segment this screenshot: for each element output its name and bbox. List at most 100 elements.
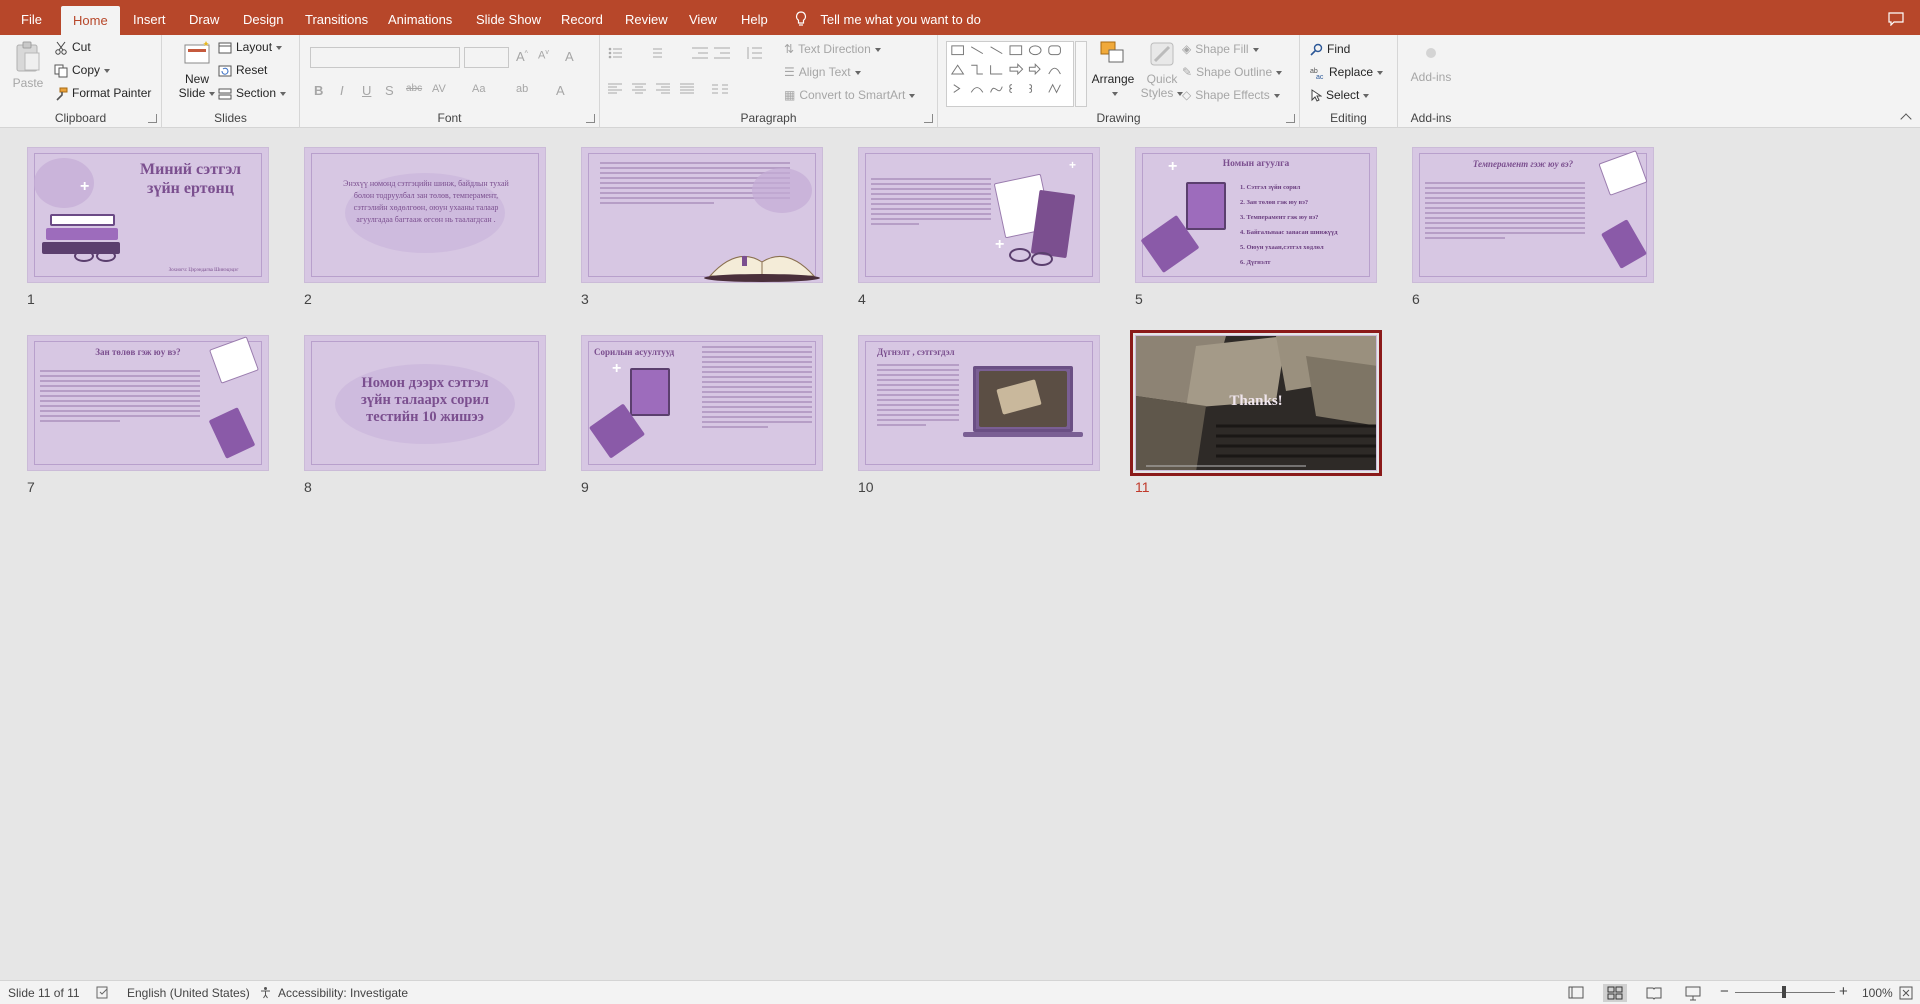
slide-sorter-view-button[interactable] bbox=[1603, 984, 1627, 1002]
spelling-check-icon[interactable] bbox=[96, 986, 110, 999]
align-center-icon[interactable] bbox=[632, 83, 646, 95]
arrange-label: Arrange bbox=[1091, 72, 1135, 86]
font-color-icon[interactable]: A bbox=[556, 83, 565, 98]
tab-review[interactable]: Review bbox=[625, 0, 668, 35]
tab-record[interactable]: Record bbox=[561, 0, 603, 35]
shapes-gallery[interactable] bbox=[946, 41, 1074, 107]
section-button[interactable]: Section bbox=[218, 86, 287, 100]
tab-help[interactable]: Help bbox=[741, 0, 768, 35]
slide-5-agenda-list: 1. Сэтгэл зүйн сорил 2. Зан төлөв гэж юу… bbox=[1240, 180, 1338, 270]
text-direction-label: Text Direction bbox=[798, 42, 871, 56]
drawing-dialog-launcher[interactable] bbox=[1286, 114, 1295, 123]
shape-fill-button[interactable]: ◈ Shape Fill bbox=[1182, 42, 1259, 56]
new-slide-button[interactable]: New Slide bbox=[177, 39, 217, 100]
slide-thumbnail-9[interactable]: Сорилын асуултууд + bbox=[581, 335, 823, 471]
tab-transitions[interactable]: Transitions bbox=[305, 0, 368, 35]
decrease-indent-icon[interactable] bbox=[692, 47, 708, 59]
shapes-gallery-scroll[interactable] bbox=[1075, 41, 1087, 107]
reading-view-button[interactable] bbox=[1642, 984, 1666, 1002]
slide-sorter-icon bbox=[1607, 986, 1623, 1000]
shape-outline-button[interactable]: ✎ Shape Outline bbox=[1182, 65, 1283, 79]
tab-slide-show[interactable]: Slide Show bbox=[476, 0, 541, 35]
align-left-icon[interactable] bbox=[608, 83, 622, 95]
strikethrough-icon[interactable]: abc bbox=[406, 83, 422, 94]
paste-button[interactable]: Paste bbox=[10, 39, 46, 90]
slide-thumbnail-3[interactable] bbox=[581, 147, 823, 283]
tab-file[interactable]: File bbox=[21, 0, 42, 35]
zoom-level[interactable]: 100% bbox=[1862, 986, 1893, 1000]
justify-icon[interactable] bbox=[680, 83, 694, 95]
clear-formatting-icon[interactable]: A bbox=[565, 49, 574, 64]
slide-thumbnail-5[interactable]: Номын агуулга + 1. Сэтгэл зүйн сорил 2. … bbox=[1135, 147, 1377, 283]
slide-thumbnail-2[interactable]: Энэхүү номонд сэтгэцийн шинж, байдлын ту… bbox=[304, 147, 546, 283]
slide-thumbnail-11[interactable]: Thanks! bbox=[1130, 330, 1382, 476]
bold-icon[interactable]: B bbox=[314, 83, 323, 98]
arrange-button[interactable]: Arrange bbox=[1088, 39, 1138, 100]
slide-thumbnail-7[interactable]: Зан төлөв гэж юу вэ? bbox=[27, 335, 269, 471]
layout-button[interactable]: Layout bbox=[218, 40, 283, 54]
normal-view-button[interactable] bbox=[1564, 984, 1588, 1002]
slide-number-3: 3 bbox=[581, 291, 589, 307]
underline-icon[interactable]: U bbox=[362, 83, 371, 98]
zoom-in-icon[interactable]: + bbox=[1839, 983, 1848, 1000]
tab-draw[interactable]: Draw bbox=[189, 0, 219, 35]
fit-to-window-icon[interactable] bbox=[1898, 985, 1914, 1001]
paste-label: Paste bbox=[12, 76, 44, 90]
slide-thumbnail-8[interactable]: Номон дээрх сэтгэл зүйн талаарх сорил те… bbox=[304, 335, 546, 471]
slide-number-5: 5 bbox=[1135, 291, 1143, 307]
numbering-icon[interactable] bbox=[648, 47, 676, 59]
copy-button[interactable]: Copy bbox=[54, 63, 111, 78]
comments-icon[interactable] bbox=[1888, 12, 1904, 26]
tab-animations[interactable]: Animations bbox=[388, 0, 452, 35]
increase-font-size-icon[interactable]: A^ bbox=[516, 49, 528, 64]
align-right-icon[interactable] bbox=[656, 83, 670, 95]
replace-button[interactable]: ab ac Replace bbox=[1310, 65, 1384, 79]
accessibility-status[interactable]: Accessibility: Investigate bbox=[278, 986, 408, 1000]
reset-button[interactable]: Reset bbox=[218, 63, 267, 77]
italic-icon[interactable]: I bbox=[340, 83, 344, 98]
highlight-icon[interactable]: ab bbox=[516, 83, 528, 95]
decrease-font-size-icon[interactable]: Av bbox=[538, 49, 549, 62]
font-dialog-launcher[interactable] bbox=[586, 114, 595, 123]
slide-thumbnail-1[interactable]: Миний сэтгэл зүйн ертөнц + Зохиогч: Цэрэ… bbox=[27, 147, 269, 283]
font-name-box[interactable] bbox=[310, 47, 460, 68]
shape-effects-button[interactable]: ◇ Shape Effects bbox=[1182, 88, 1280, 102]
cut-button[interactable]: Cut bbox=[54, 40, 91, 55]
copy-label: Copy bbox=[72, 63, 101, 77]
tell-me-search[interactable]: Tell me what you want to do bbox=[795, 0, 981, 40]
font-size-box[interactable] bbox=[464, 47, 509, 68]
increase-indent-icon[interactable] bbox=[714, 47, 730, 59]
addins-button[interactable]: Add-ins bbox=[1402, 43, 1460, 84]
language-indicator[interactable]: English (United States) bbox=[127, 986, 250, 1000]
collapse-ribbon-chevron-icon[interactable] bbox=[1900, 113, 1912, 125]
columns-icon[interactable] bbox=[712, 83, 728, 95]
format-painter-button[interactable]: Format Painter bbox=[54, 86, 151, 101]
tab-design[interactable]: Design bbox=[243, 0, 283, 35]
paragraph-dialog-launcher[interactable] bbox=[924, 114, 933, 123]
bullets-icon[interactable] bbox=[608, 47, 636, 59]
slide-thumbnail-4[interactable]: + + bbox=[858, 147, 1100, 283]
tab-insert[interactable]: Insert bbox=[133, 0, 166, 35]
new-slide-label-1: New bbox=[184, 72, 209, 86]
slide-thumbnail-10[interactable]: Дүгнэлт , сэтгэгдэл bbox=[858, 335, 1100, 471]
change-case-icon[interactable]: Aa bbox=[472, 83, 485, 95]
clipboard-dialog-launcher[interactable] bbox=[148, 114, 157, 123]
convert-smartart-button[interactable]: ▦ Convert to SmartArt bbox=[784, 88, 916, 102]
character-spacing-icon[interactable]: AV bbox=[432, 83, 446, 95]
zoom-out-icon[interactable]: − bbox=[1720, 983, 1729, 1000]
slide-thumbnail-6[interactable]: Темперамент гэж юу вэ? bbox=[1412, 147, 1654, 283]
text-direction-button[interactable]: ⇅ Text Direction bbox=[784, 42, 881, 56]
tab-view[interactable]: View bbox=[689, 0, 717, 35]
quick-styles-button[interactable]: Quick Styles bbox=[1138, 39, 1186, 100]
tab-home[interactable]: Home bbox=[61, 6, 120, 35]
align-text-button[interactable]: ☰ Align Text bbox=[784, 65, 861, 79]
line-spacing-icon[interactable] bbox=[746, 47, 762, 59]
slideshow-view-button[interactable] bbox=[1681, 984, 1705, 1002]
slide-6-title: Темперамент гэж юу вэ? bbox=[1472, 159, 1574, 169]
slide-1-author: Зохиогч: Цэрэндагва Шинэцэцэг bbox=[168, 268, 239, 273]
find-button[interactable]: Find bbox=[1310, 42, 1350, 56]
select-button[interactable]: Select bbox=[1310, 88, 1370, 102]
paragraph-group-label: Paragraph bbox=[740, 111, 797, 125]
zoom-slider-thumb[interactable] bbox=[1782, 986, 1786, 998]
text-shadow-icon[interactable]: S bbox=[385, 83, 394, 98]
